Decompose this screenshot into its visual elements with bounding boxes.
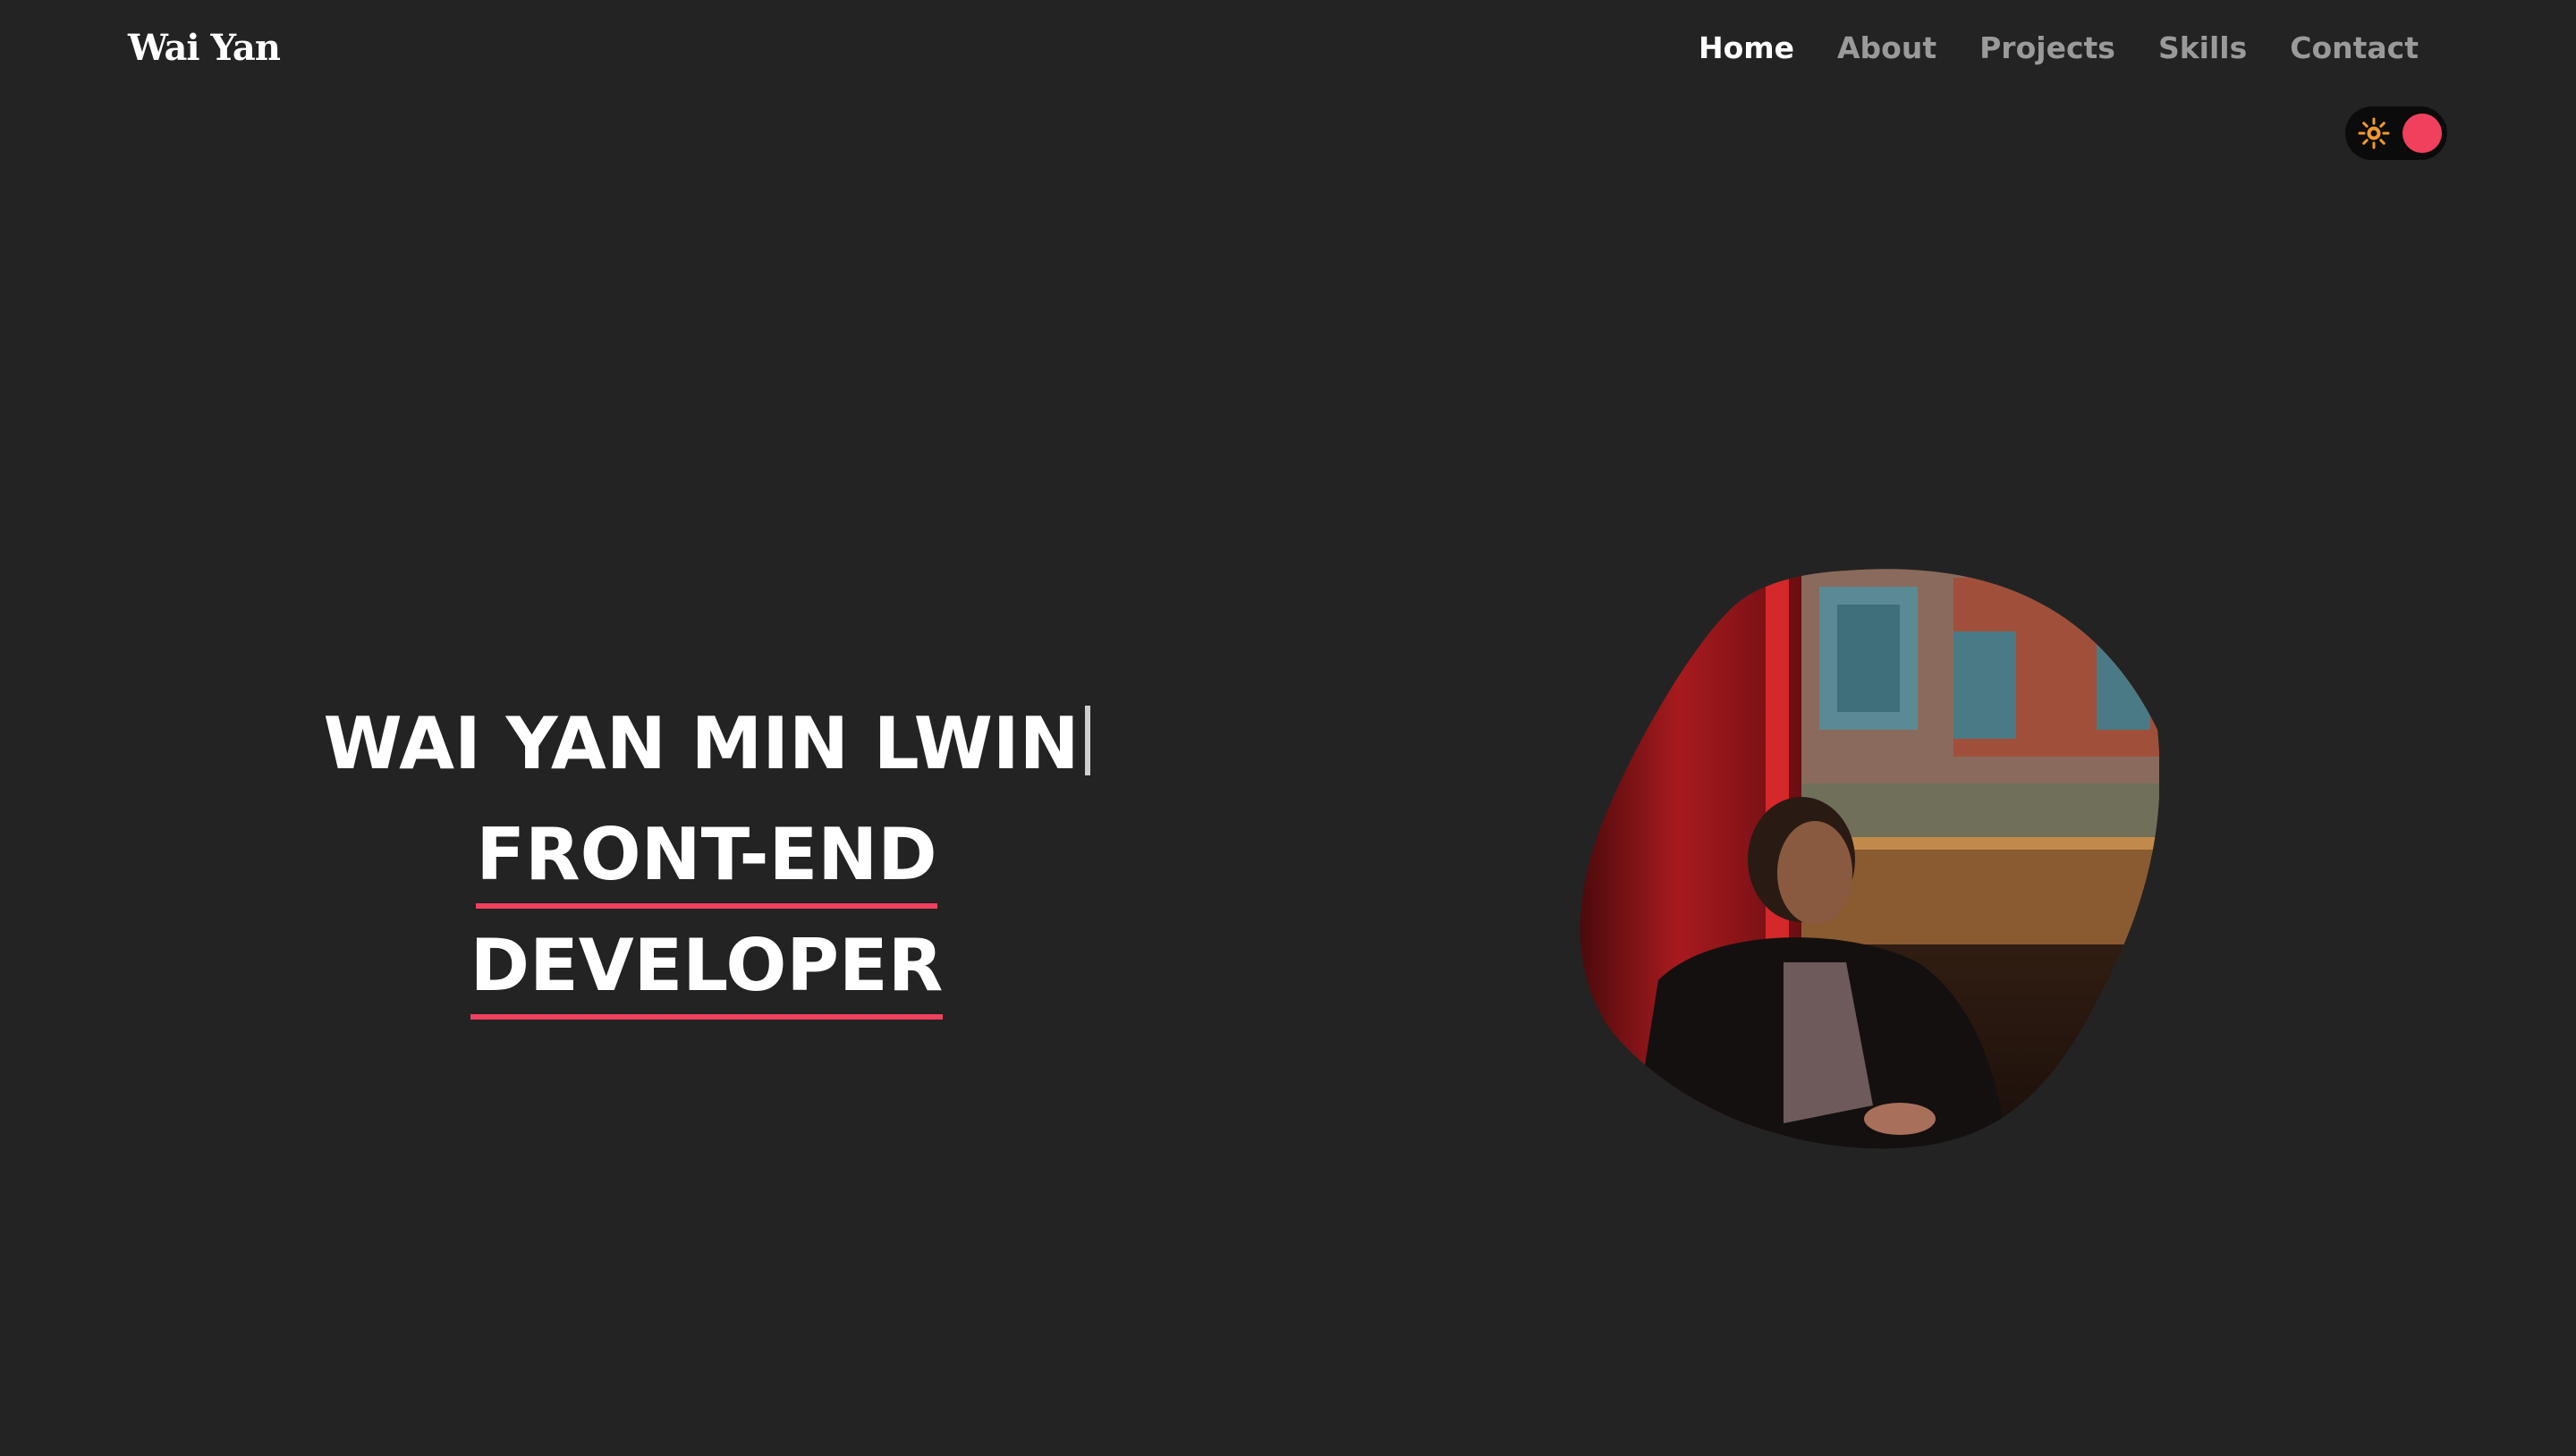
sun-icon <box>2358 117 2390 149</box>
nav-home[interactable]: Home <box>1699 30 1794 65</box>
hero-role-line1: FRONT-END <box>476 819 937 909</box>
main-nav: Home About Projects Skills Contact <box>1699 30 2419 65</box>
hero-name: WAI YAN MIN LWIN <box>323 702 1080 785</box>
site-logo[interactable]: Wai Yan <box>128 27 281 69</box>
nav-about[interactable]: About <box>1837 30 1936 65</box>
hero-heading: WAI YAN MIN LWIN FRONT-END DEVELOPER <box>277 689 1136 1021</box>
toggle-knob <box>2402 114 2442 153</box>
nav-contact[interactable]: Contact <box>2290 30 2419 65</box>
hero-role-line2: DEVELOPER <box>470 930 944 1020</box>
portrait-photo <box>1580 569 2159 1149</box>
typing-cursor <box>1084 706 1090 775</box>
nav-skills[interactable]: Skills <box>2158 30 2247 65</box>
theme-toggle[interactable] <box>2345 106 2447 160</box>
nav-projects[interactable]: Projects <box>1979 30 2115 65</box>
